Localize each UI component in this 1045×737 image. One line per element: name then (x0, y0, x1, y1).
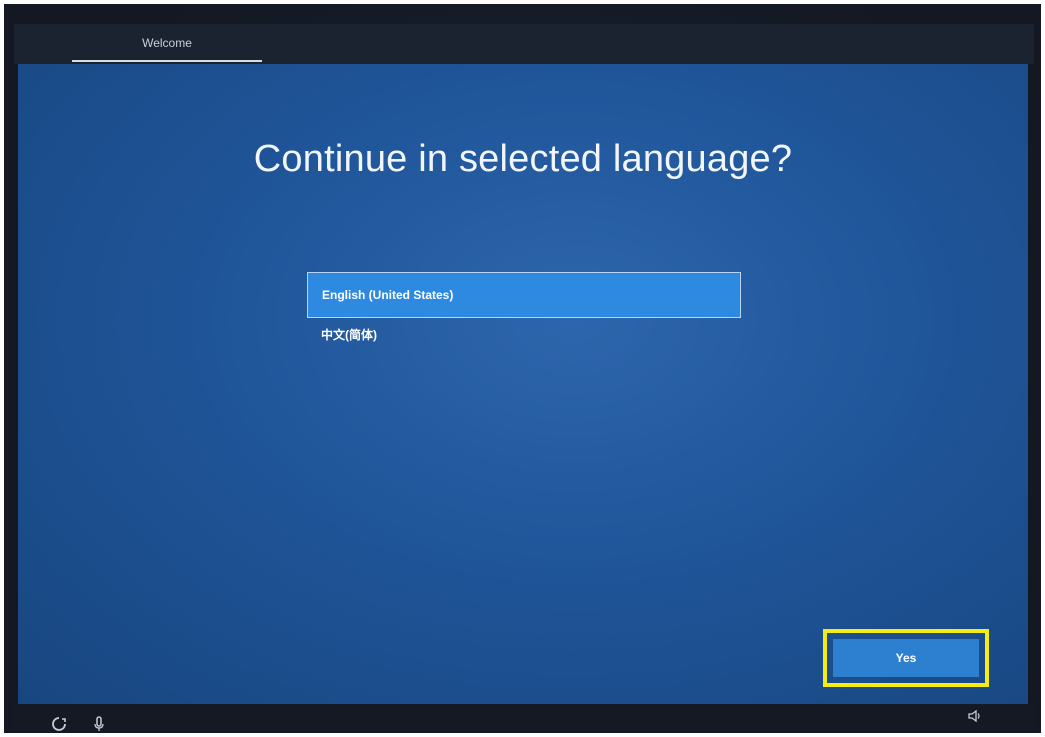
photo-frame: Welcome Continue in selected language? E… (4, 4, 1041, 733)
language-option-english[interactable]: English (United States) (307, 272, 741, 318)
setup-screen: Continue in selected language? English (… (18, 64, 1028, 704)
volume-icon[interactable] (964, 708, 986, 728)
language-list: English (United States) 中文(简体) (307, 272, 741, 360)
tab-welcome[interactable]: Welcome (72, 32, 262, 62)
bottom-system-bar (14, 704, 1034, 733)
page-title: Continue in selected language? (253, 138, 793, 180)
language-option-chinese[interactable]: 中文(简体) (307, 318, 741, 360)
microphone-icon[interactable] (88, 716, 110, 733)
ease-of-access-icon[interactable] (48, 716, 70, 733)
top-tab-bar: Welcome (14, 24, 1034, 64)
yes-button[interactable]: Yes (833, 639, 979, 677)
